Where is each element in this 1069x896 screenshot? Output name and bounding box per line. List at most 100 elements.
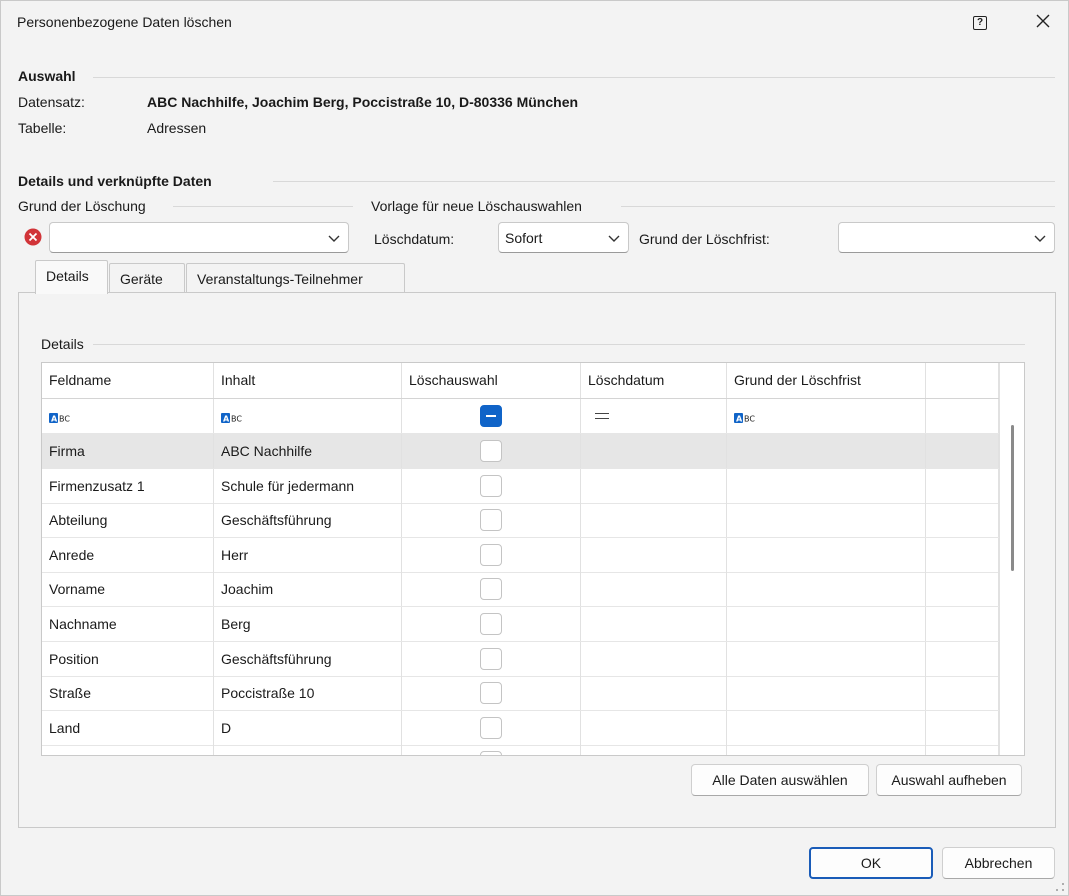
deadline-reason-cell <box>727 676 926 711</box>
content-cell: Geschäftsführung <box>214 503 402 538</box>
delete-checkbox[interactable] <box>480 647 502 670</box>
table-row[interactable]: Anrede Herr <box>42 537 999 573</box>
table-row[interactable]: Nachname Berg <box>42 607 999 642</box>
empty-cell <box>926 503 999 538</box>
resize-grip-icon[interactable] <box>1055 882 1065 892</box>
vertical-scrollbar[interactable] <box>999 363 1024 755</box>
tab-veranstaltungs-teilnehmer[interactable]: Veranstaltungs-Teilnehmer <box>186 263 405 294</box>
grid-group-divider <box>93 344 1025 345</box>
delete-selection-cell[interactable] <box>402 572 581 607</box>
tab-details[interactable]: Details <box>35 260 108 294</box>
column-header-feldname[interactable]: Feldname <box>42 363 214 398</box>
ok-button[interactable]: OK <box>809 847 933 879</box>
table-label: Tabelle: <box>18 120 67 136</box>
selection-divider <box>93 77 1055 78</box>
filter-cell[interactable]: A BC <box>727 399 926 433</box>
details-section-divider <box>273 181 1055 182</box>
select-all-button[interactable]: Alle Daten auswählen <box>691 764 869 796</box>
delete-checkbox[interactable] <box>480 682 502 705</box>
column-header-loeschdatum[interactable]: Löschdatum <box>581 363 727 398</box>
table-row[interactable]: Firma ABC Nachhilfe <box>42 434 999 469</box>
deselect-button[interactable]: Auswahl aufheben <box>876 764 1022 796</box>
delete-checkbox[interactable] <box>480 509 502 532</box>
empty-cell <box>926 607 999 641</box>
delete-date-cell <box>581 537 727 572</box>
deadline-reason-cell <box>727 572 926 607</box>
svg-text:BC: BC <box>231 415 242 424</box>
window-title: Personenbezogene Daten löschen <box>17 14 232 30</box>
content-cell: ABC Nachhilfe <box>214 434 402 468</box>
filter-cell[interactable]: A BC <box>42 399 214 433</box>
select-all-checkbox[interactable] <box>480 405 502 427</box>
filter-cell[interactable]: A BC <box>214 399 402 433</box>
reason-dropdown[interactable] <box>49 222 349 253</box>
delete-selection-cell[interactable] <box>402 745 581 755</box>
delete-date-cell <box>581 676 727 711</box>
chevron-down-icon <box>328 235 340 242</box>
help-button[interactable]: ? <box>973 16 987 30</box>
content-cell: Poccistraße 10 <box>214 676 402 711</box>
table-row[interactable]: Land D <box>42 710 999 746</box>
delete-checkbox[interactable] <box>480 716 502 739</box>
table-row[interactable]: Straße Poccistraße 10 <box>42 676 999 712</box>
delete-selection-cell[interactable] <box>402 676 581 711</box>
delete-date-cell <box>581 572 727 607</box>
field-name-cell: PLZ <box>42 745 214 755</box>
deadline-reason-dropdown[interactable] <box>838 222 1055 253</box>
content-cell: Schule für jedermann <box>214 468 402 503</box>
table-row[interactable]: Firmenzusatz 1 Schule für jedermann <box>42 468 999 504</box>
delete-date-cell <box>581 641 727 676</box>
content-cell: 80336 <box>214 745 402 755</box>
svg-text:BC: BC <box>59 415 70 424</box>
field-name-cell: Abteilung <box>42 503 214 538</box>
content-cell: Joachim <box>214 572 402 607</box>
svg-text:BC: BC <box>744 415 755 424</box>
column-header-empty <box>926 363 999 398</box>
delete-checkbox[interactable] <box>480 578 502 601</box>
table-row[interactable]: Vorname Joachim <box>42 572 999 608</box>
cancel-button[interactable]: Abbrechen <box>942 847 1055 879</box>
delete-checkbox[interactable] <box>480 474 502 497</box>
scrollbar-thumb[interactable] <box>1011 425 1014 571</box>
delete-checkbox[interactable] <box>480 440 502 462</box>
empty-cell <box>926 641 999 676</box>
title-bar: Personenbezogene Daten löschen ? <box>1 1 1068 45</box>
date-dropdown[interactable]: Sofort <box>498 222 629 253</box>
table-value: Adressen <box>147 120 207 136</box>
empty-cell <box>926 572 999 607</box>
details-section-header: Details und verknüpfte Daten <box>18 173 212 189</box>
delete-selection-cell[interactable] <box>402 607 581 641</box>
filter-cell[interactable] <box>402 399 581 433</box>
details-grid[interactable]: Feldname Inhalt Löschauswahl Löschdatum … <box>41 362 1025 756</box>
empty-cell <box>926 434 999 468</box>
template-divider <box>621 206 1055 207</box>
delete-checkbox[interactable] <box>480 543 502 566</box>
deadline-reason-cell <box>727 710 926 745</box>
delete-checkbox[interactable] <box>480 613 502 635</box>
delete-selection-cell[interactable] <box>402 641 581 676</box>
grid-group-label: Details <box>41 336 84 352</box>
record-value: ABC Nachhilfe, Joachim Berg, Poccistraße… <box>147 94 579 110</box>
tab-geraete[interactable]: Geräte <box>109 263 185 294</box>
column-header-inhalt[interactable]: Inhalt <box>214 363 402 398</box>
close-icon[interactable] <box>1031 9 1055 33</box>
column-header-grund-loeschfrist[interactable]: Grund der Löschfrist <box>727 363 926 398</box>
table-row[interactable]: PLZ80336 <box>42 745 999 755</box>
delete-selection-cell[interactable] <box>402 537 581 572</box>
delete-checkbox[interactable] <box>480 751 502 755</box>
text-filter-icon: A BC <box>49 413 70 424</box>
filter-cell[interactable] <box>581 399 727 433</box>
table-row[interactable]: Abteilung Geschäftsführung <box>42 503 999 539</box>
date-label: Löschdatum: <box>374 231 455 247</box>
deadline-reason-cell <box>727 468 926 503</box>
content-cell: D <box>214 710 402 745</box>
table-row[interactable]: Position Geschäftsführung <box>42 641 999 677</box>
field-name-cell: Firma <box>42 434 214 468</box>
delete-selection-cell[interactable] <box>402 710 581 745</box>
column-header-loeschauswahl[interactable]: Löschauswahl <box>402 363 581 398</box>
delete-selection-cell[interactable] <box>402 434 581 468</box>
delete-date-cell <box>581 468 727 503</box>
delete-selection-cell[interactable] <box>402 503 581 538</box>
delete-selection-cell[interactable] <box>402 468 581 503</box>
date-value: Sofort <box>505 230 543 246</box>
